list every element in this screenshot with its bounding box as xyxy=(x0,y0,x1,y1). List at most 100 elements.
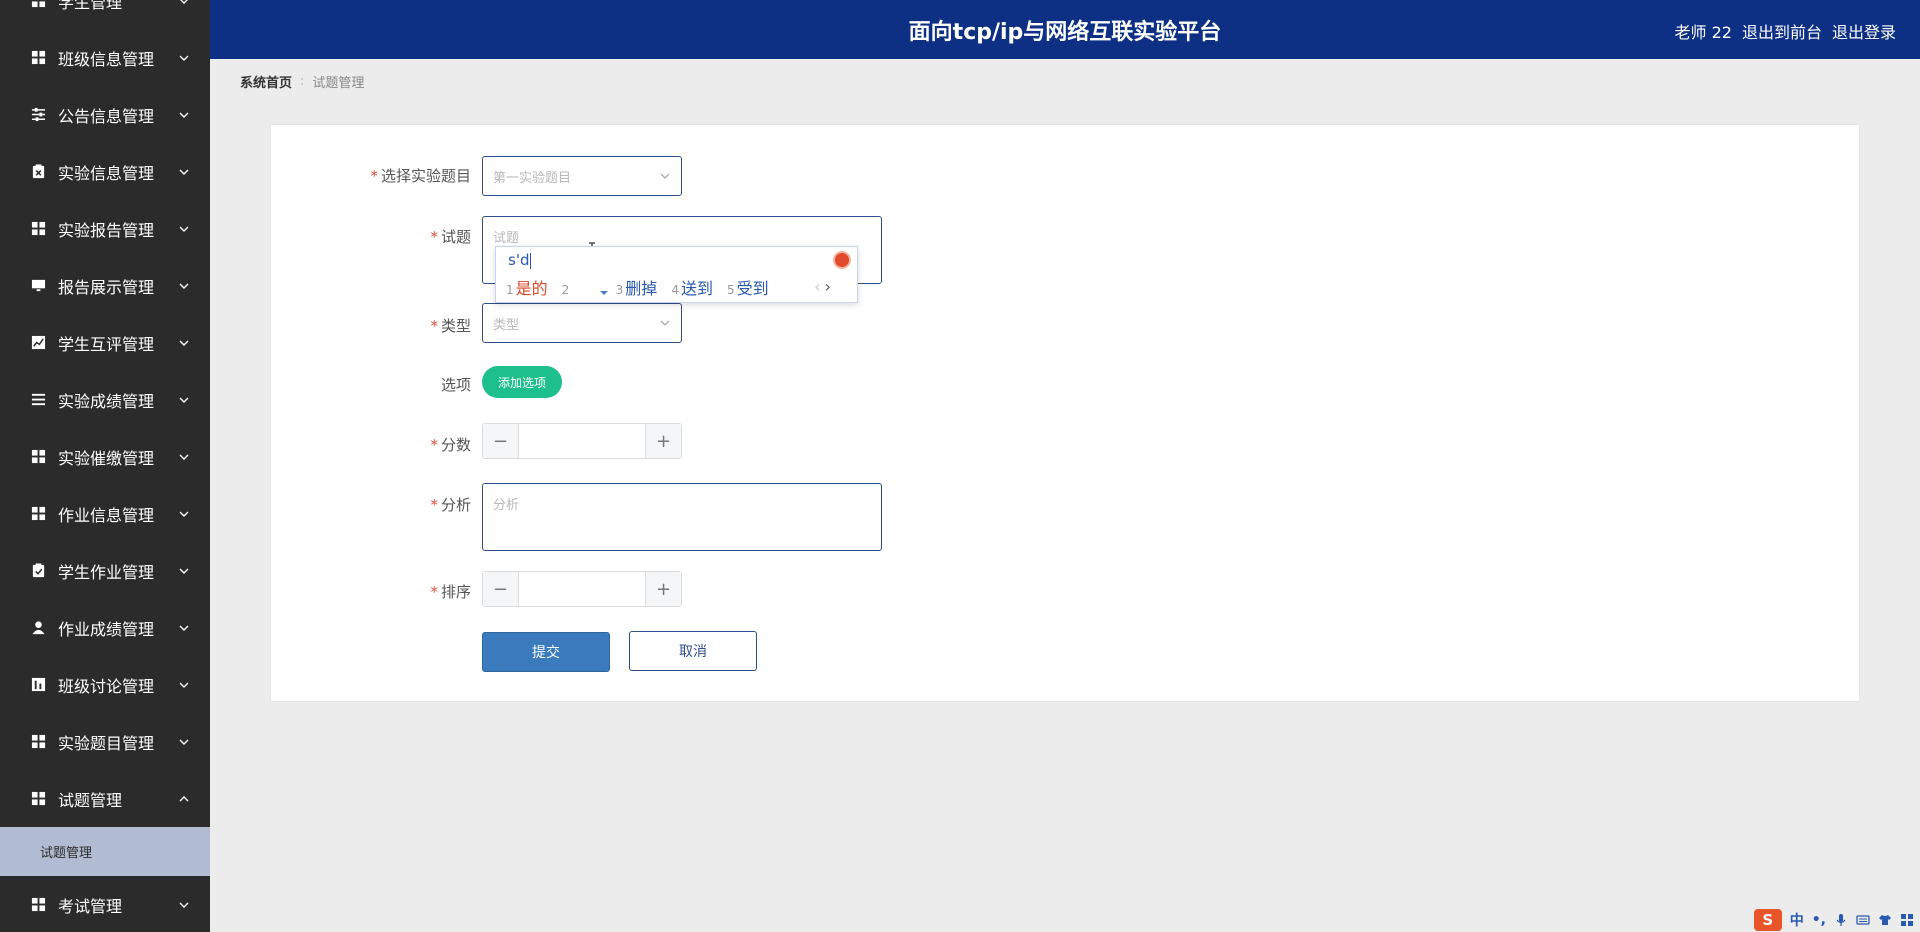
score-increment-button[interactable]: + xyxy=(645,424,681,458)
breadcrumb-current: 试题管理 xyxy=(312,76,365,91)
experiment-label: * 选择实验题目 xyxy=(370,167,471,185)
sidebar-item[interactable]: 作业成绩管理 xyxy=(0,599,210,656)
sidebar-item[interactable]: 实验成绩管理 xyxy=(0,371,210,428)
header-actions: 老师 22 退出到前台 退出登录 xyxy=(1675,19,1896,43)
chevron-down-icon xyxy=(660,173,670,179)
grid-icon xyxy=(30,50,46,66)
ime-candidate-popup: s'd 1 是的 2 3 删掉 4 送到 5 受到 ‹ › xyxy=(495,246,858,303)
skin-shirt-icon[interactable] xyxy=(1878,913,1892,927)
keyboard-icon[interactable] xyxy=(1856,913,1870,927)
ime-candidate[interactable]: 1 是的 xyxy=(506,275,548,299)
sidebar-item[interactable]: 试题管理 xyxy=(0,770,210,827)
bar-chart-icon xyxy=(30,677,46,693)
breadcrumb: 系统首页 : 试题管理 xyxy=(240,72,364,91)
ime-candidate[interactable]: 3 删掉 xyxy=(616,275,658,299)
order-decrement-button[interactable]: − xyxy=(483,572,519,606)
type-select-placeholder: 类型 xyxy=(493,317,520,333)
sidebar-item[interactable]: 班级讨论管理 xyxy=(0,656,210,713)
grid-icon xyxy=(30,897,46,913)
chevron-down-icon xyxy=(178,394,190,406)
order-input[interactable] xyxy=(519,572,645,606)
sidebar-item[interactable]: 实验催缴管理 xyxy=(0,428,210,485)
chevron-down-icon xyxy=(178,166,190,178)
clipboard-x-icon xyxy=(30,164,46,180)
chevron-down-icon xyxy=(178,280,190,292)
exit-to-front-link[interactable]: 退出到前台 xyxy=(1742,19,1822,43)
grid-icon xyxy=(30,791,46,807)
score-label: * 分数 xyxy=(430,436,471,454)
chevron-down-icon xyxy=(178,622,190,634)
score-decrement-button[interactable]: − xyxy=(483,424,519,458)
sidebar-item[interactable]: 作业信息管理 xyxy=(0,485,210,542)
sidebar-item[interactable]: 报告展示管理 xyxy=(0,257,210,314)
grid-icon xyxy=(30,734,46,750)
sidebar-item[interactable]: 公告信息管理 xyxy=(0,86,210,143)
sidebar-subitem-active[interactable]: 试题管理 xyxy=(0,827,210,876)
sogou-logo-icon[interactable]: S xyxy=(1753,909,1782,931)
chevron-down-icon xyxy=(660,320,670,326)
toolbox-grid-icon[interactable] xyxy=(1900,913,1914,927)
chevron-down-icon xyxy=(178,736,190,748)
ime-punctuation-toggle[interactable]: •, xyxy=(1812,912,1826,928)
chevron-down-icon xyxy=(178,109,190,121)
grid-icon xyxy=(30,449,46,465)
chevron-down-icon xyxy=(178,451,190,463)
ime-language-toggle[interactable]: 中 xyxy=(1790,910,1804,930)
app-title: 面向tcp/ip与网络互联实验平台 xyxy=(908,20,1222,45)
ime-expand-icon[interactable] xyxy=(600,291,608,295)
chevron-down-icon xyxy=(178,679,190,691)
grid-icon xyxy=(30,0,46,9)
options-label: 选项 xyxy=(440,376,471,394)
sidebar: 学生管理 班级信息管理 公告信息管理 实验信息管理 实验报告管理 报告展示管理 学生互评管理… xyxy=(0,0,210,932)
sidebar-menu: 学生管理 班级信息管理 公告信息管理 实验信息管理 实验报告管理 报告展示管理 学生互评管理… xyxy=(0,0,210,932)
ime-candidate[interactable]: 5 受到 xyxy=(727,275,769,299)
clipboard-check-icon xyxy=(30,563,46,579)
ime-composition: s'd xyxy=(508,251,532,269)
experiment-select[interactable]: 第一实验题目 xyxy=(482,156,682,196)
ime-candidate[interactable]: 4 送到 xyxy=(671,275,713,299)
submit-button[interactable]: 提交 xyxy=(482,632,610,672)
type-select[interactable]: 类型 xyxy=(482,303,682,343)
order-increment-button[interactable]: + xyxy=(645,572,681,606)
user-icon xyxy=(30,620,46,636)
ime-page-nav: ‹ › xyxy=(814,277,831,296)
sidebar-item[interactable]: 班级信息管理 xyxy=(0,29,210,86)
sidebar-item[interactable]: 学生管理 xyxy=(0,0,210,29)
ime-next-page[interactable]: › xyxy=(825,277,831,296)
ime-logo-icon[interactable] xyxy=(833,251,851,269)
sidebar-item[interactable]: 学生互评管理 xyxy=(0,314,210,371)
list-icon xyxy=(30,392,46,408)
score-input[interactable] xyxy=(519,424,645,458)
score-stepper[interactable]: − + xyxy=(482,423,682,459)
chevron-down-icon xyxy=(178,223,190,235)
sidebar-item[interactable]: 实验题目管理 xyxy=(0,713,210,770)
current-user: 老师 22 xyxy=(1674,23,1732,42)
sidebar-item[interactable]: 学生作业管理 xyxy=(0,542,210,599)
chevron-down-icon xyxy=(178,899,190,911)
sidebar-item[interactable]: 考试管理 xyxy=(0,876,210,932)
add-option-button[interactable]: 添加选项 xyxy=(482,366,563,398)
chevron-down-icon xyxy=(178,52,190,64)
top-header: 面向tcp/ip与网络互联实验平台 老师 22 退出到前台 退出登录 xyxy=(210,0,1920,59)
type-label: * 类型 xyxy=(430,317,471,335)
breadcrumb-home[interactable]: 系统首页 xyxy=(240,72,292,91)
order-stepper[interactable]: − + xyxy=(482,571,682,607)
sidebar-item[interactable]: 实验信息管理 xyxy=(0,143,210,200)
ime-prev-page[interactable]: ‹ xyxy=(814,277,820,296)
sliders-icon xyxy=(30,107,46,123)
chevron-down-icon xyxy=(178,565,190,577)
ime-candidate[interactable]: 2 xyxy=(562,279,602,298)
analysis-placeholder: 分析 xyxy=(493,498,520,513)
logout-link[interactable]: 退出登录 xyxy=(1832,19,1896,43)
question-label: * 试题 xyxy=(430,228,471,246)
cancel-button[interactable]: 取消 xyxy=(629,631,757,671)
order-label: * 排序 xyxy=(430,583,471,601)
analysis-textarea[interactable]: 分析 xyxy=(482,483,882,551)
chevron-up-icon xyxy=(178,793,190,805)
sidebar-item[interactable]: 实验报告管理 xyxy=(0,200,210,257)
microphone-icon[interactable] xyxy=(1834,913,1848,927)
question-form-card: * 选择实验题目 第一实验题目 * 试题 试题 * 类型 类型 选项 添加选项 * 分数… xyxy=(270,124,1860,702)
chart-line-icon xyxy=(30,335,46,351)
question-placeholder: 试题 xyxy=(493,231,520,246)
chevron-down-icon xyxy=(178,0,190,7)
